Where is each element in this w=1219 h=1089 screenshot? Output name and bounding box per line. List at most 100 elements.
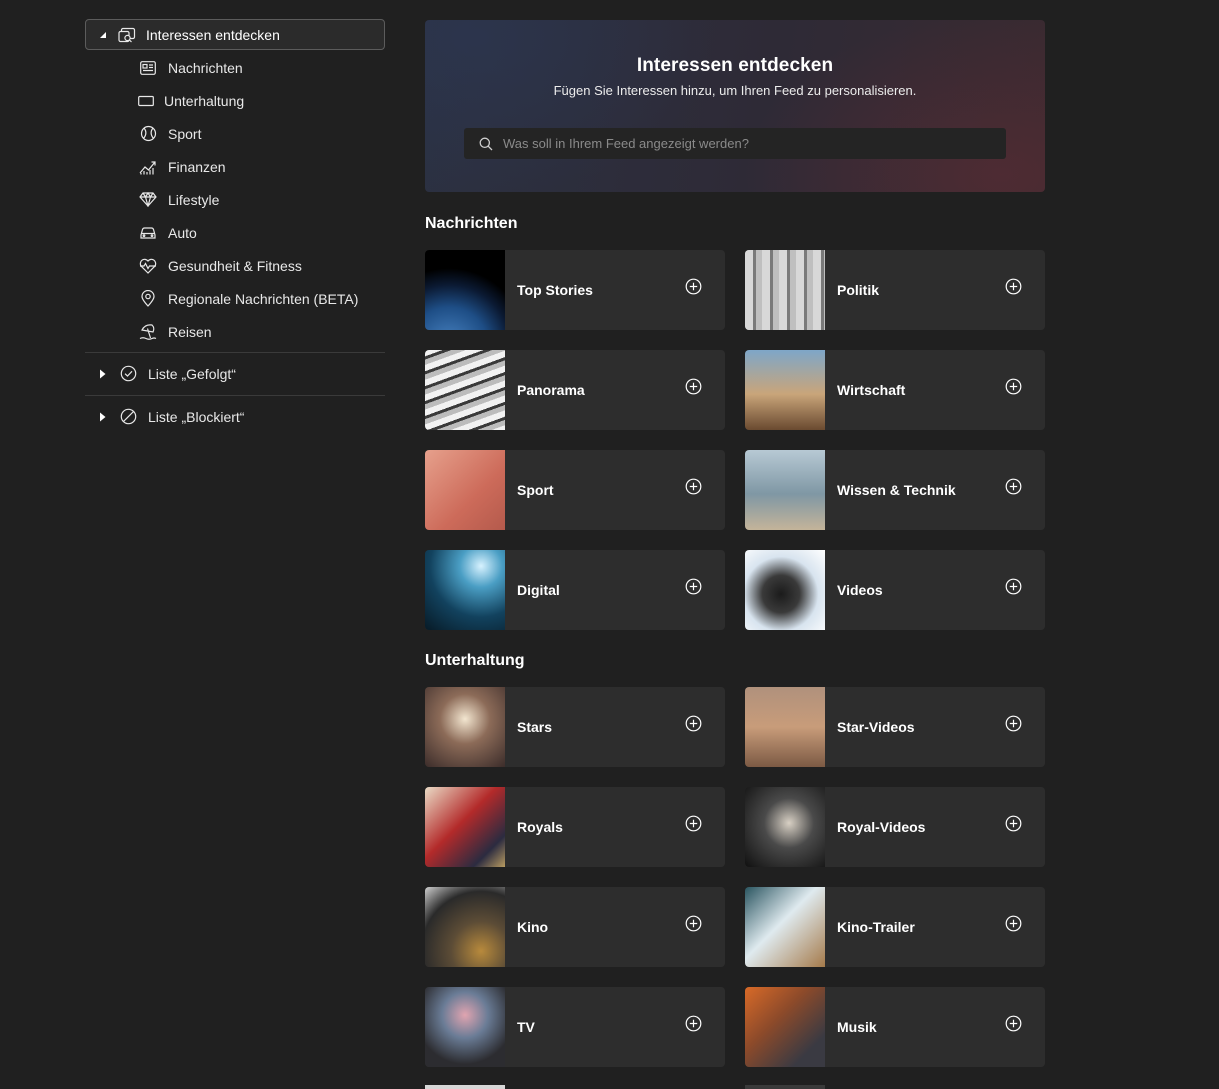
topic-card-wirtschaft[interactable]: Wirtschaft [745, 350, 1045, 430]
newspaper-icon [138, 59, 158, 77]
topic-card-label: Sport [517, 482, 554, 498]
topic-card-label: Politik [837, 282, 880, 298]
topic-card-panorama[interactable]: Panorama [425, 350, 725, 430]
thumbnail-columns [745, 250, 825, 330]
topic-card-label: Wissen & Technik [837, 482, 956, 498]
thumbnail-runners [425, 450, 505, 530]
check-circle-icon [119, 365, 137, 383]
expand-triangle-icon[interactable] [99, 412, 107, 422]
add-plus-icon[interactable] [1005, 478, 1023, 496]
topic-card-royal-videos[interactable]: Royal-Videos [745, 787, 1045, 867]
sidebar-item-nachrichten[interactable]: Nachrichten [85, 51, 385, 84]
diamond-icon [138, 191, 158, 209]
topic-card-label: Kino [517, 919, 549, 935]
sidebar-root-interessen-entdecken[interactable]: Interessen entdecken [85, 19, 385, 50]
add-plus-icon[interactable] [1005, 278, 1023, 296]
add-plus-icon[interactable] [1005, 578, 1023, 596]
add-plus-icon[interactable] [1005, 915, 1023, 933]
sidebar-group-blockiert[interactable]: Liste „Blockiert“ [85, 398, 385, 435]
hero-title: Interessen entdecken [636, 55, 834, 76]
topic-card-label: Royal-Videos [837, 819, 926, 835]
sidebar-item-label: Regionale Nachrichten (BETA) [168, 290, 359, 307]
car-icon [138, 224, 158, 242]
sidebar-item-finanzen[interactable]: Finanzen [85, 150, 385, 183]
sidebar-item-regionale-nachrichten[interactable]: Regionale Nachrichten (BETA) [85, 282, 385, 315]
sidebar-item-gesundheit-fitness[interactable]: Gesundheit & Fitness [85, 249, 385, 282]
hero-subtitle: Fügen Sie Interessen hinzu, um Ihren Fee… [553, 83, 917, 98]
thumbnail-skyscrapers [745, 350, 825, 430]
topic-card-musik[interactable]: Musik [745, 987, 1045, 1067]
sidebar-item-label: Sport [168, 125, 202, 142]
sidebar: Interessen entdecken Nachrichten Unterha… [85, 19, 385, 435]
sidebar-item-lifestyle[interactable]: Lifestyle [85, 183, 385, 216]
sidebar-item-auto[interactable]: Auto [85, 216, 385, 249]
thumbnail-film-reel [425, 887, 505, 967]
topic-card-videos[interactable]: Videos [745, 550, 1045, 630]
topic-card-label: Kino-Trailer [837, 919, 915, 935]
thumbnail-dancer [745, 687, 825, 767]
sidebar-item-label: Lifestyle [168, 191, 220, 208]
topic-card-top-stories[interactable]: Top Stories [425, 250, 725, 330]
topic-card-label: Digital [517, 582, 560, 598]
thumbnail-television [425, 987, 505, 1067]
add-plus-icon[interactable] [685, 915, 703, 933]
add-plus-icon[interactable] [685, 715, 703, 733]
thumbnail-newspapers [425, 350, 505, 430]
topic-card-stars[interactable]: Stars [425, 687, 725, 767]
topic-card-kino-trailer[interactable]: Kino-Trailer [745, 887, 1045, 967]
add-plus-icon[interactable] [685, 278, 703, 296]
thumbnail-royal-couple [425, 787, 505, 867]
topic-card-label: Videos [837, 582, 883, 598]
search-box[interactable] [464, 128, 1006, 159]
thumbnail-lab-glass [745, 450, 825, 530]
search-icon [479, 137, 493, 151]
topic-card-kino[interactable]: Kino [425, 887, 725, 967]
sidebar-group-label: Liste „Gefolgt“ [148, 365, 236, 382]
topic-card-star-videos[interactable]: Star-Videos [745, 687, 1045, 767]
discover-interests-icon [117, 26, 137, 44]
tv-screen-icon [138, 92, 154, 110]
topic-card-tv[interactable]: TV [425, 987, 725, 1067]
topic-card-label: Wirtschaft [837, 382, 906, 398]
sidebar-item-label: Reisen [168, 323, 212, 340]
topic-card-digital[interactable]: Digital [425, 550, 725, 630]
sidebar-item-label: Unterhaltung [164, 92, 245, 109]
add-plus-icon[interactable] [685, 478, 703, 496]
topic-card-wissen-technik[interactable]: Wissen & Technik [745, 450, 1045, 530]
add-plus-icon[interactable] [685, 578, 703, 596]
add-plus-icon[interactable] [1005, 715, 1023, 733]
thumbnail-earth-from-space [425, 250, 505, 330]
topic-card-label: Musik [837, 1019, 877, 1035]
search-input[interactable] [501, 135, 985, 152]
sidebar-item-unterhaltung[interactable]: Unterhaltung [85, 84, 385, 117]
sidebar-item-label: Gesundheit & Fitness [168, 257, 302, 274]
topic-card-politik[interactable]: Politik [745, 250, 1045, 330]
sidebar-item-label: Auto [168, 224, 197, 241]
beach-umbrella-icon [138, 323, 158, 341]
topic-card-royals[interactable]: Royals [425, 787, 725, 867]
sidebar-divider [85, 395, 385, 396]
topic-card-sport[interactable]: Sport [425, 450, 725, 530]
add-plus-icon[interactable] [1005, 815, 1023, 833]
discover-hero: Interessen entdecken Fügen Sie Interesse… [425, 20, 1045, 192]
sidebar-root-label: Interessen entdecken [146, 26, 280, 43]
add-plus-icon[interactable] [1005, 1015, 1023, 1033]
topic-card-label: Stars [517, 719, 553, 735]
thumbnail-partial [425, 1085, 505, 1089]
expand-triangle-icon[interactable] [99, 369, 107, 379]
thumbnail-guitar [745, 987, 825, 1067]
topic-card-label: Star-Videos [837, 719, 915, 735]
thumbnail-fiber-optics [425, 550, 505, 630]
sidebar-item-sport[interactable]: Sport [85, 117, 385, 150]
sidebar-group-label: Liste „Blockiert“ [148, 408, 245, 425]
add-plus-icon[interactable] [685, 815, 703, 833]
collapse-triangle-icon[interactable] [99, 31, 107, 39]
section-title-unterhaltung: Unterhaltung [425, 652, 525, 669]
sidebar-item-label: Nachrichten [168, 59, 243, 76]
add-plus-icon[interactable] [685, 1015, 703, 1033]
thumbnail-person-in-hat [745, 787, 825, 867]
add-plus-icon[interactable] [685, 378, 703, 396]
add-plus-icon[interactable] [1005, 378, 1023, 396]
sidebar-item-reisen[interactable]: Reisen [85, 315, 385, 348]
sidebar-group-gefolgt[interactable]: Liste „Gefolgt“ [85, 355, 385, 392]
